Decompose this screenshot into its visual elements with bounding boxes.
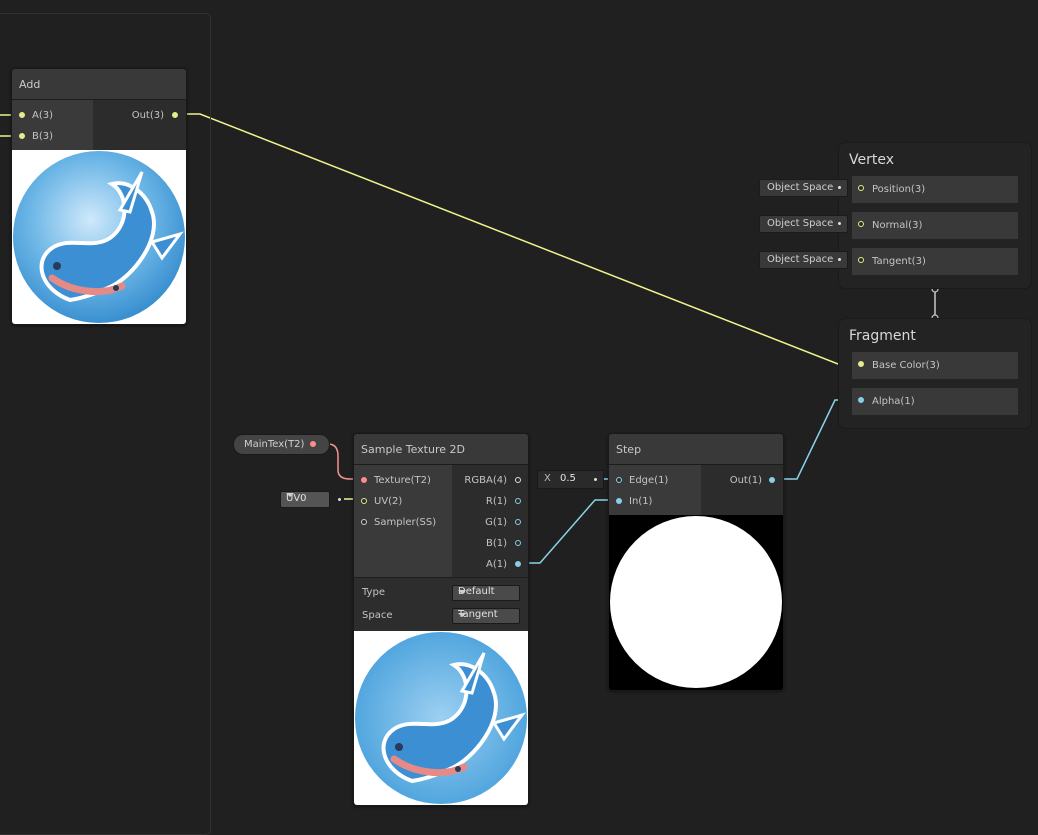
a-output-port[interactable] — [515, 561, 521, 567]
vertex-position-port[interactable] — [858, 185, 864, 191]
fragment-block-base-color[interactable]: Base Color(3) — [851, 351, 1019, 380]
step-edge-axis: X — [544, 473, 551, 484]
position-space-field[interactable]: Object Space — [759, 179, 848, 197]
space-dropdown[interactable]: Tangent — [452, 608, 520, 624]
step-node-title: Step — [616, 443, 642, 456]
normal-space-label: Object Space — [767, 218, 834, 229]
position-space-label: Object Space — [767, 182, 834, 193]
maintex-port[interactable] — [310, 441, 316, 447]
in-input-label: In(1) — [629, 496, 653, 507]
port-b[interactable] — [19, 133, 25, 139]
chevron-down-icon — [458, 590, 466, 594]
sample-texture-2d-node[interactable]: Sample Texture 2D Texture(T2) UV(2) Samp… — [353, 433, 529, 806]
b-output-port[interactable] — [515, 540, 521, 546]
port-a[interactable] — [19, 112, 25, 118]
maintex-property[interactable]: MainTex(T2) — [233, 434, 330, 455]
port-label-a: A(3) — [32, 110, 54, 121]
step-node-preview — [609, 515, 783, 690]
tangent-space-dot — [838, 258, 841, 261]
add-node[interactable]: Add A(3) B(3) Out(3) — [11, 68, 187, 325]
fragment-block-base-color-label: Base Color(3) — [872, 360, 940, 371]
vertex-block-position-label: Position(3) — [872, 184, 926, 195]
fragment-block-alpha-label: Alpha(1) — [872, 396, 915, 407]
fragment-base-color-port[interactable] — [858, 361, 864, 367]
step-out-port[interactable] — [769, 477, 775, 483]
texture-input-label: Texture(T2) — [374, 475, 431, 486]
g-output-port[interactable] — [515, 519, 521, 525]
type-label: Type — [362, 587, 385, 598]
white-circle-preview-icon — [610, 516, 782, 688]
edge-input-label: Edge(1) — [629, 475, 669, 486]
sample-texture-title: Sample Texture 2D — [361, 443, 465, 456]
vertex-block-tangent-label: Tangent(3) — [872, 256, 926, 267]
port-label-b: B(3) — [32, 131, 54, 142]
chevron-down-icon — [286, 493, 294, 497]
fragment-context-title: Fragment — [849, 328, 916, 344]
maintex-property-label: MainTex(T2) — [244, 439, 305, 450]
wire-add-to-base-color — [180, 113, 856, 365]
step-node[interactable]: Step Edge(1) In(1) Out(1) — [608, 433, 784, 691]
wire-a-to-in — [518, 499, 618, 564]
r-output-port[interactable] — [515, 498, 521, 504]
b-output-label: B(1) — [485, 538, 507, 549]
fragment-block-alpha[interactable]: Alpha(1) — [851, 387, 1019, 416]
sampler-input-port[interactable] — [361, 519, 367, 525]
vertex-block-position[interactable]: Position(3) — [851, 175, 1019, 204]
vertex-context-title: Vertex — [849, 152, 895, 168]
chevron-down-icon — [458, 613, 466, 617]
edge-input-port[interactable] — [616, 477, 622, 483]
normal-space-field[interactable]: Object Space — [759, 215, 848, 233]
fragment-context[interactable]: Fragment Base Color(3) Alpha(1) — [838, 318, 1032, 429]
texture-input-port[interactable] — [361, 477, 367, 483]
whale-shark-icon — [355, 632, 527, 804]
uv-dropdown-dot — [338, 498, 341, 501]
step-out-label: Out(1) — [729, 475, 762, 486]
rgba-output-label: RGBA(4) — [464, 475, 507, 486]
tangent-space-field[interactable]: Object Space — [759, 251, 848, 269]
vertex-block-tangent[interactable]: Tangent(3) — [851, 247, 1019, 276]
whale-shark-icon — [13, 151, 185, 323]
vertex-block-normal-label: Normal(3) — [872, 220, 923, 231]
step-node-header[interactable]: Step — [609, 434, 783, 465]
normal-space-dot — [838, 222, 841, 225]
r-output-label: R(1) — [485, 496, 507, 507]
type-dropdown[interactable]: Default — [452, 585, 520, 601]
tangent-space-label: Object Space — [767, 254, 834, 265]
g-output-label: G(1) — [485, 517, 507, 528]
port-label-out: Out(3) — [131, 110, 164, 121]
sampler-input-label: Sampler(SS) — [374, 517, 437, 528]
vertex-block-normal[interactable]: Normal(3) — [851, 211, 1019, 240]
uv-input-port[interactable] — [361, 498, 367, 504]
a-output-label: A(1) — [485, 559, 507, 570]
rgba-output-port[interactable] — [515, 477, 521, 483]
vertex-context[interactable]: Vertex Position(3) Normal(3) Tangent(3) — [838, 142, 1032, 289]
sample-texture-header[interactable]: Sample Texture 2D — [354, 434, 528, 465]
space-label: Space — [362, 610, 393, 621]
uv-dropdown[interactable]: UV0 — [280, 491, 330, 508]
position-space-dot — [838, 186, 841, 189]
vertex-normal-port[interactable] — [858, 221, 864, 227]
port-out[interactable] — [172, 112, 178, 118]
step-edge-value: 0.5 — [560, 473, 576, 484]
vertex-tangent-port[interactable] — [858, 257, 864, 263]
in-input-port[interactable] — [616, 498, 622, 504]
add-node-title: Add — [19, 78, 41, 91]
add-node-preview — [12, 150, 186, 324]
step-edge-dot — [594, 478, 597, 481]
uv-input-label: UV(2) — [374, 496, 403, 507]
sample-texture-preview — [354, 631, 528, 805]
fragment-alpha-port[interactable] — [858, 397, 864, 403]
add-node-header[interactable]: Add — [12, 69, 186, 100]
